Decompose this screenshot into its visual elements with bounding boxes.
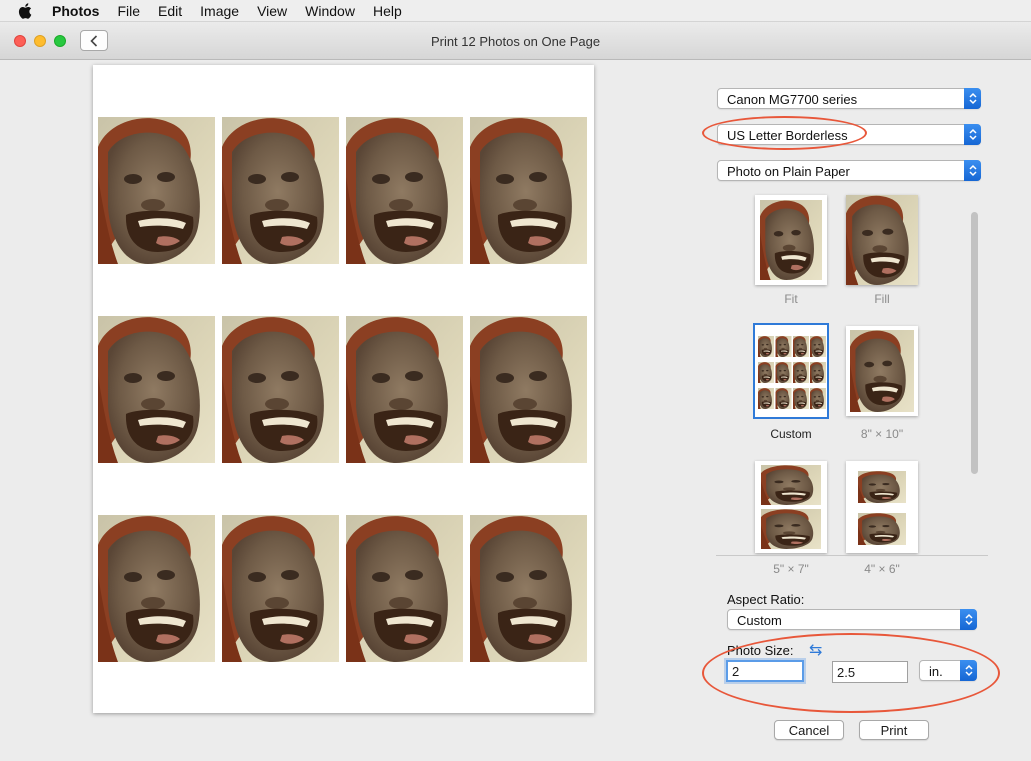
layout-custom-thumbnail[interactable]: [753, 323, 829, 419]
up-down-arrows-icon: [960, 609, 977, 630]
layout-scrollbar-thumb[interactable]: [971, 212, 978, 474]
preview-photo: [98, 117, 215, 264]
layout-5x7-preview-bottom: [761, 509, 821, 549]
preview-photo: [222, 117, 339, 264]
paper-type-select-value: Photo on Plain Paper: [727, 164, 850, 179]
layout-8x10-label: 8" × 10": [860, 427, 904, 441]
layout-fit-thumbnail[interactable]: [755, 195, 827, 285]
up-down-arrows-icon: [960, 660, 977, 681]
unit-select-value: in.: [929, 664, 943, 679]
layout-8x10-preview: [850, 330, 914, 412]
apple-icon[interactable]: [18, 2, 34, 19]
layout-custom-preview: [758, 336, 826, 409]
swap-dimensions-icon[interactable]: ⇆: [809, 640, 822, 660]
photo-size-label: Photo Size:: [727, 643, 794, 658]
printer-select-value: Canon MG7700 series: [727, 92, 858, 107]
paper-size-select[interactable]: US Letter Borderless: [717, 124, 981, 145]
panel-divider: [716, 555, 988, 556]
menu-edit[interactable]: Edit: [158, 3, 182, 19]
layout-fill-label: Fill: [874, 292, 890, 306]
preview-photo: [470, 117, 587, 264]
unit-select[interactable]: in.: [919, 660, 977, 681]
window-title: Print 12 Photos on One Page: [430, 34, 601, 49]
menu-file[interactable]: File: [117, 3, 140, 19]
aspect-ratio-label: Aspect Ratio:: [727, 592, 805, 607]
paper-type-select[interactable]: Photo on Plain Paper: [717, 160, 981, 181]
preview-photo: [470, 515, 587, 662]
preview-photo: [346, 117, 463, 264]
photo-width-field[interactable]: 2: [726, 660, 804, 682]
photo-height-field[interactable]: 2.5: [832, 661, 908, 683]
layout-fit-preview: [760, 200, 822, 280]
layout-8x10-thumbnail[interactable]: [846, 326, 918, 416]
title-bar: Print 12 Photos on One Page: [0, 22, 1031, 60]
paper-size-select-value: US Letter Borderless: [727, 128, 848, 143]
aspect-ratio-select-value: Custom: [737, 613, 782, 628]
layout-5x7-preview-top: [761, 465, 821, 505]
menu-window[interactable]: Window: [305, 3, 355, 19]
preview-photo: [470, 316, 587, 463]
layout-5x7-label: 5" × 7": [773, 562, 809, 576]
layout-custom-label: Custom: [770, 427, 812, 441]
menu-image[interactable]: Image: [200, 3, 239, 19]
preview-photo: [346, 515, 463, 662]
preview-photo: [98, 515, 215, 662]
layout-4x6-label: 4" × 6": [864, 562, 900, 576]
layout-fill-preview: [846, 195, 918, 285]
layout-5x7-thumbnail[interactable]: [755, 461, 827, 553]
preview-photo: [98, 316, 215, 463]
layout-4x6-preview-bottom: [858, 513, 906, 545]
up-down-arrows-icon: [964, 124, 981, 145]
up-down-arrows-icon: [964, 160, 981, 181]
print-button[interactable]: Print: [859, 720, 929, 740]
print-preview-page: [93, 65, 594, 713]
layout-4x6-thumbnail[interactable]: [846, 461, 918, 553]
preview-photo: [222, 515, 339, 662]
menu-bar: Photos File Edit Image View Window Help: [0, 0, 1031, 22]
layout-fill-thumbnail[interactable]: [846, 195, 918, 285]
menu-view[interactable]: View: [257, 3, 287, 19]
layout-4x6-preview-top: [858, 471, 906, 503]
menu-help[interactable]: Help: [373, 3, 402, 19]
printer-select[interactable]: Canon MG7700 series: [717, 88, 981, 109]
menu-app-name[interactable]: Photos: [52, 3, 99, 19]
aspect-ratio-select[interactable]: Custom: [727, 609, 977, 630]
preview-photo: [346, 316, 463, 463]
cancel-button[interactable]: Cancel: [774, 720, 844, 740]
up-down-arrows-icon: [964, 88, 981, 109]
preview-photo: [222, 316, 339, 463]
layout-fit-label: Fit: [784, 292, 798, 306]
